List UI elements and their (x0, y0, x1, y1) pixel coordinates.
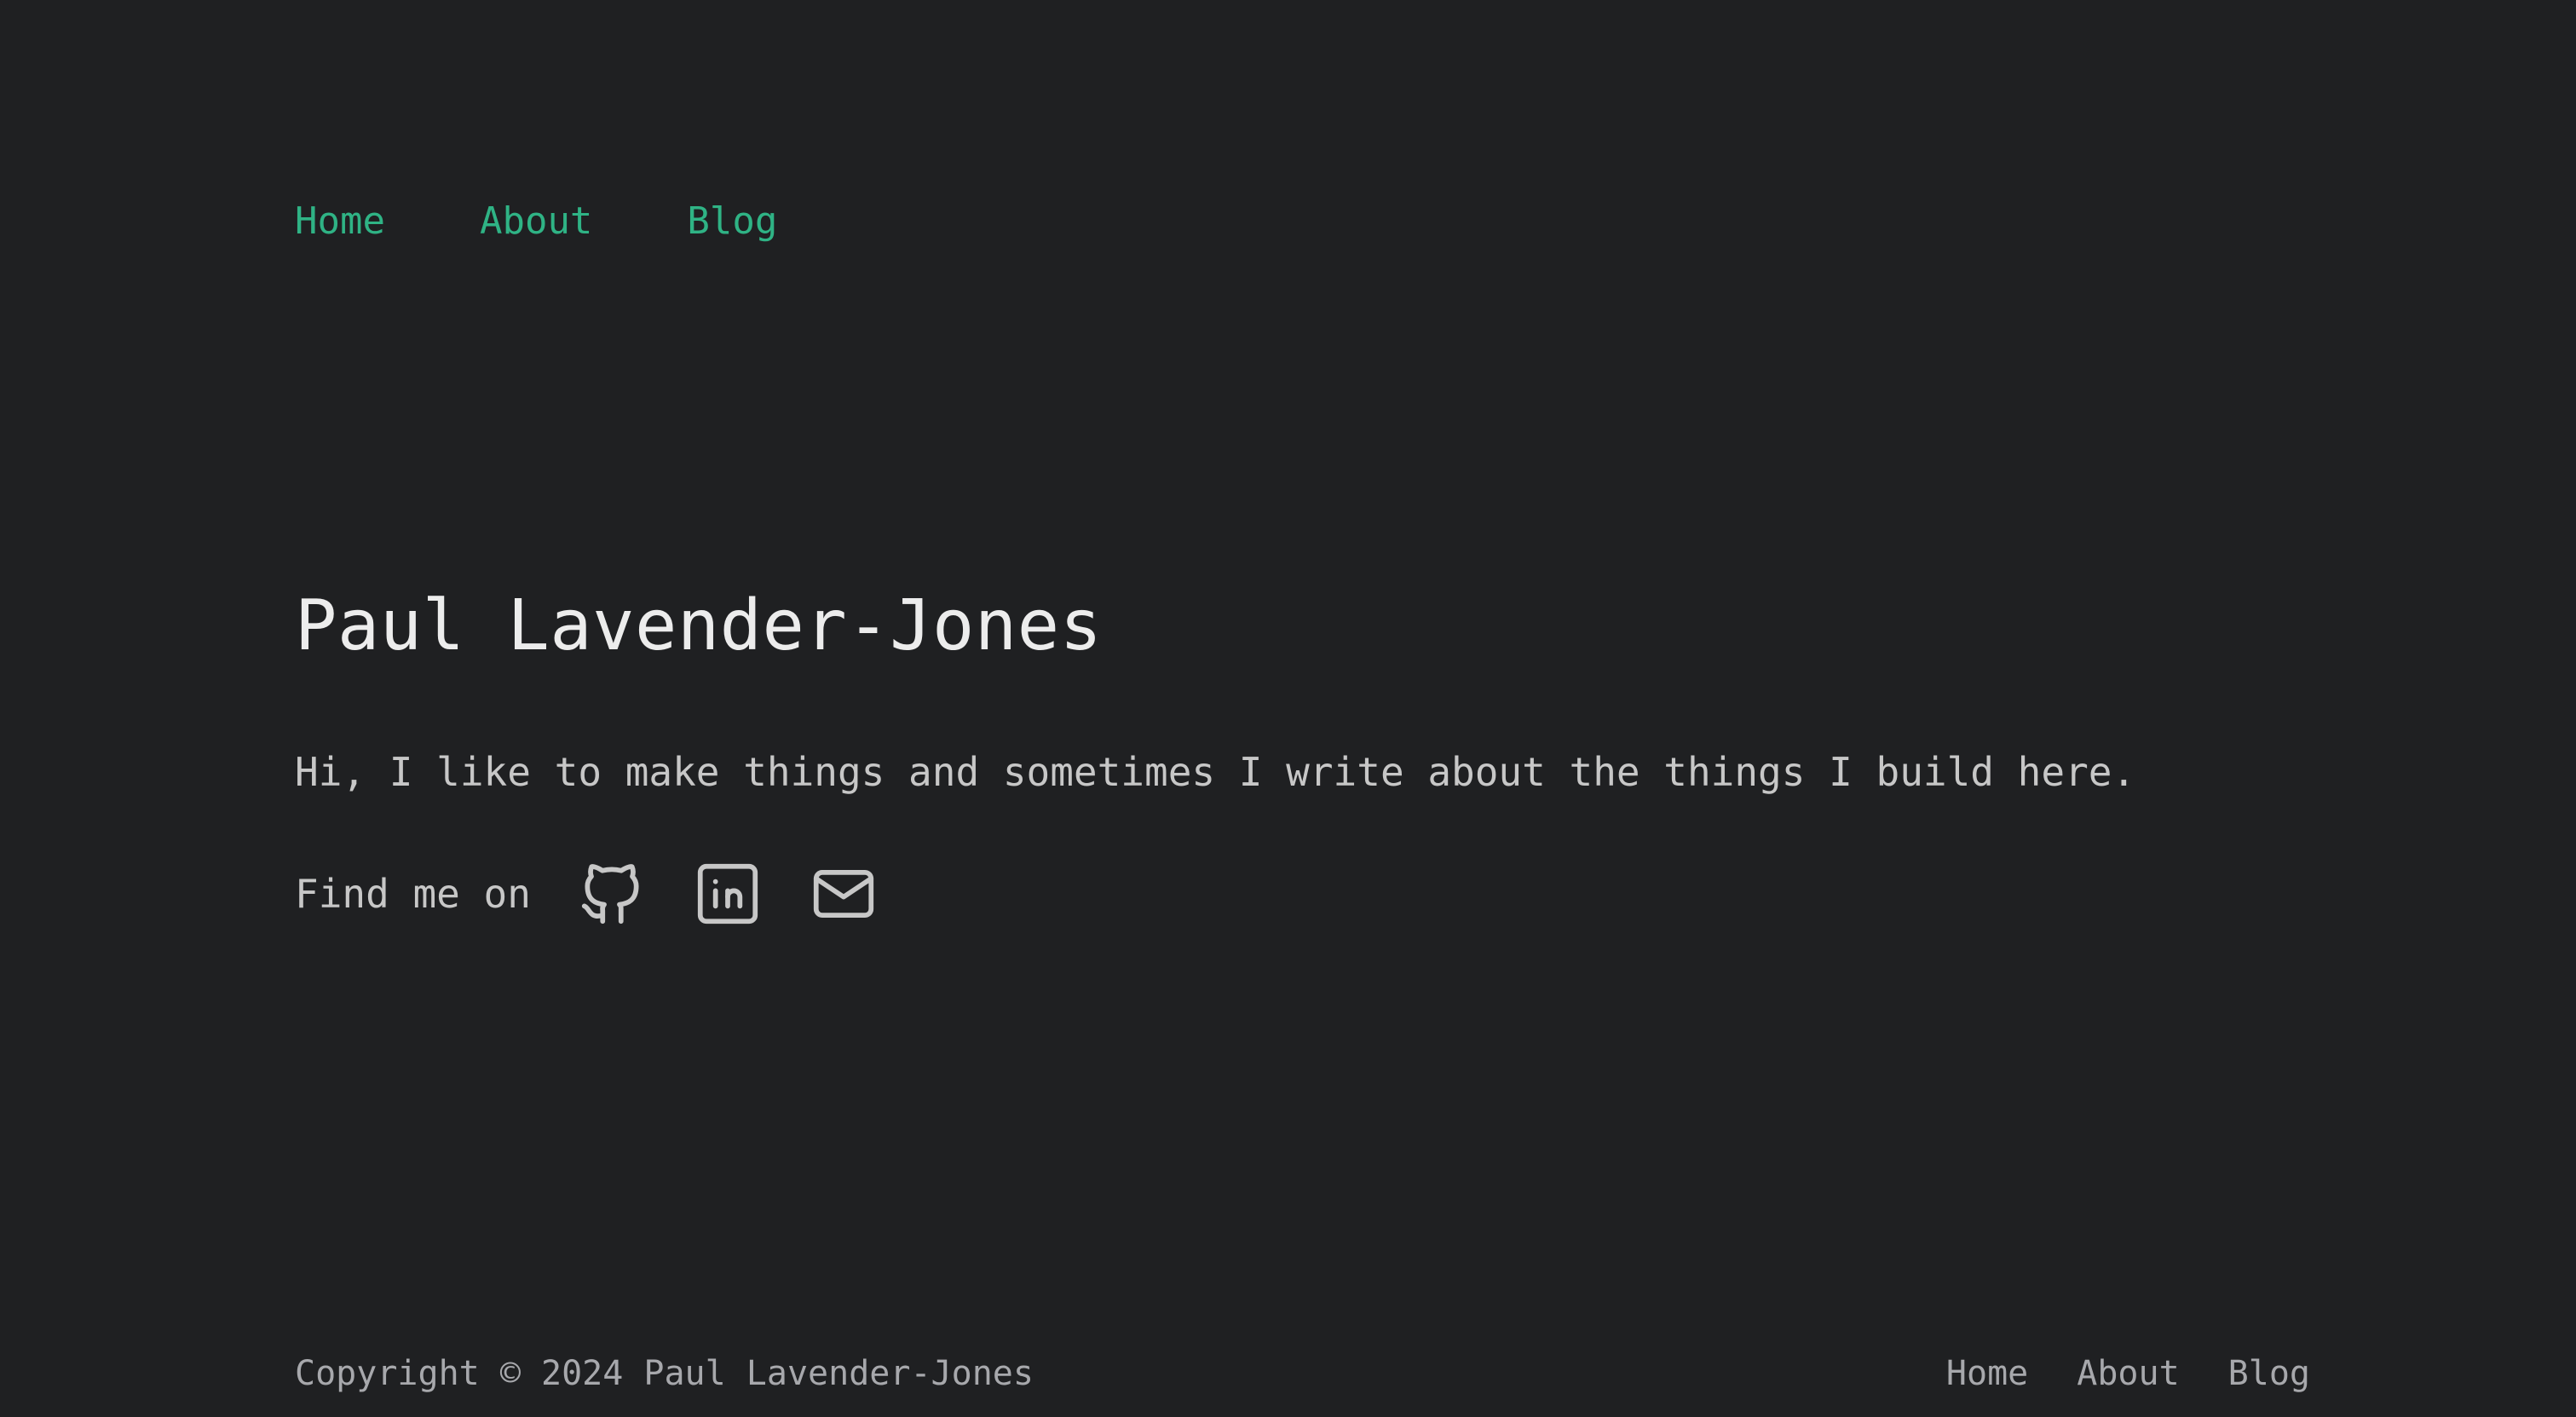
mail-icon (813, 870, 874, 918)
nav-link-about[interactable]: About (480, 198, 592, 245)
footer-navigation: Home About Blog (1946, 1351, 2310, 1396)
footer-link-about[interactable]: About (2077, 1351, 2179, 1396)
github-icon (581, 864, 639, 925)
linkedin-icon (697, 863, 758, 925)
footer-link-home[interactable]: Home (1946, 1351, 2028, 1396)
footer-link-blog[interactable]: Blog (2228, 1351, 2310, 1396)
intro-text: Hi, I like to make things and sometimes … (295, 749, 2136, 795)
top-navigation: Home About Blog (295, 198, 777, 245)
social-links-row: Find me on (295, 855, 880, 932)
email-link[interactable] (807, 857, 880, 930)
page-title: Paul Lavender-Jones (295, 585, 1103, 666)
linkedin-link[interactable] (691, 857, 764, 930)
footer-copyright: Copyright © 2024 Paul Lavender-Jones (295, 1354, 1034, 1393)
social-label: Find me on (295, 871, 531, 917)
nav-link-blog[interactable]: Blog (687, 198, 777, 245)
github-link[interactable] (575, 857, 648, 930)
nav-link-home[interactable]: Home (295, 198, 385, 245)
